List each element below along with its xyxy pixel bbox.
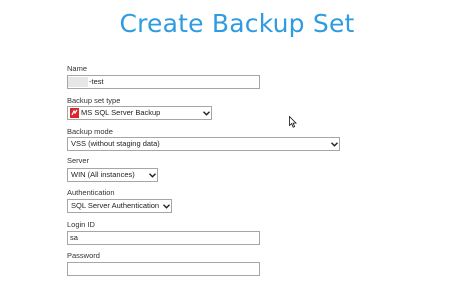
mouse-pointer-icon — [289, 115, 297, 133]
password-field[interactable] — [67, 262, 260, 276]
mssql-icon — [70, 108, 79, 118]
server-value: WIN (All instances) — [71, 170, 135, 179]
chevron-down-icon — [201, 107, 211, 119]
login-id-value: sa — [70, 233, 78, 242]
name-field[interactable]: -test — [67, 75, 260, 89]
authentication-value: SQL Server Authentication — [71, 201, 160, 210]
redacted-name-block — [68, 77, 88, 88]
backup-mode-label: Backup mode — [67, 127, 113, 136]
backup-set-type-value: MS SQL Server Backup — [81, 108, 161, 117]
server-select[interactable]: WIN (All instances) — [67, 168, 158, 182]
backup-mode-value: VSS (without staging data) — [71, 139, 160, 148]
backup-mode-select[interactable]: VSS (without staging data) — [67, 137, 340, 151]
authentication-label: Authentication — [67, 188, 115, 197]
name-label: Name — [67, 64, 88, 73]
name-field-value: -test — [89, 77, 104, 86]
backup-set-type-select[interactable]: MS SQL Server Backup — [67, 106, 212, 120]
password-label: Password — [67, 251, 100, 260]
login-id-label: Login ID — [67, 220, 95, 229]
chevron-down-icon — [161, 200, 171, 212]
password-value — [68, 264, 70, 273]
authentication-select[interactable]: SQL Server Authentication — [67, 199, 172, 213]
create-backup-set-page: Create Backup Set Name -test Backup set … — [0, 0, 474, 291]
login-id-field[interactable]: sa — [67, 231, 260, 245]
server-label: Server — [67, 156, 90, 165]
backup-set-type-label: Backup set type — [67, 96, 121, 105]
page-title: Create Backup Set — [119, 9, 355, 38]
chevron-down-icon — [329, 138, 339, 150]
chevron-down-icon — [147, 169, 157, 181]
